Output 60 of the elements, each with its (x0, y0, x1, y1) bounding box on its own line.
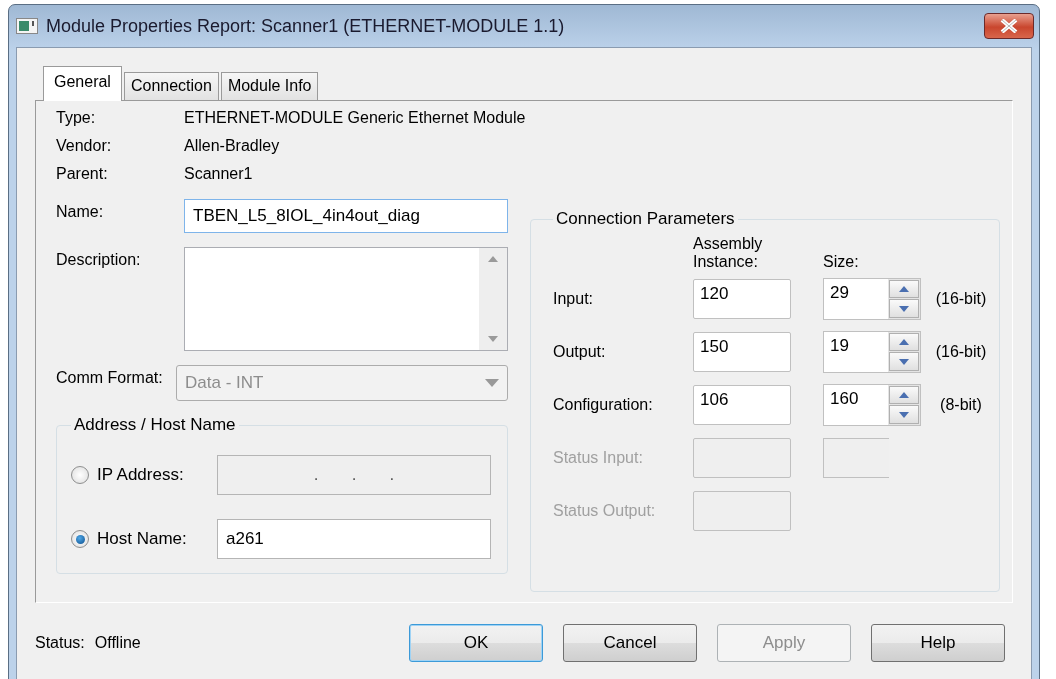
tab[interactable]: Connection (123, 72, 219, 100)
spin-up-icon[interactable] (889, 332, 919, 352)
unit-label: (16-bit) (934, 342, 988, 361)
window-title: Module Properties Report: Scanner1 (ETHERNET-MODULE 1.1) (46, 15, 566, 37)
size-field[interactable] (823, 437, 889, 478)
group-title: Address / Host Name (73, 415, 237, 435)
radio-button[interactable] (71, 466, 89, 484)
comm-format-label: Comm Format: (56, 368, 164, 387)
row-label: Status Output: (553, 501, 657, 520)
assembly-instance-field[interactable] (693, 490, 791, 531)
dialog-button[interactable]: OK (409, 624, 543, 662)
dialog-button[interactable]: Help (871, 624, 1005, 662)
field-label: Type: (56, 109, 97, 127)
host-name-field[interactable]: a261 (217, 519, 491, 559)
spin-down-icon[interactable] (889, 299, 919, 318)
unit-label: (8-bit) (939, 395, 983, 414)
unit-label: (16-bit) (934, 289, 988, 308)
tab[interactable]: General (43, 66, 122, 101)
window-icon (16, 18, 38, 34)
assembly-instance-field[interactable]: 150 (693, 331, 791, 372)
row-label: Output: (553, 342, 607, 361)
scroll-down-icon[interactable] (488, 336, 498, 342)
row-label: Configuration: (553, 395, 654, 414)
close-button[interactable] (984, 13, 1034, 39)
field-value: Scanner1 (184, 165, 254, 183)
size-spinbox[interactable]: 19 (823, 330, 921, 373)
description-label: Description: (56, 250, 142, 269)
spin-up-icon[interactable] (889, 279, 919, 299)
row-label: Input: (553, 289, 595, 308)
name-field[interactable]: TBEN_L5_8IOL_4in4out_diag (184, 199, 508, 233)
dialog-button[interactable]: Cancel (563, 624, 697, 662)
spin-down-icon[interactable] (889, 405, 919, 424)
dropdown-caret-icon (485, 379, 499, 387)
column-header: Size: (823, 253, 860, 272)
name-label: Name: (56, 202, 105, 221)
scroll-up-icon[interactable] (488, 256, 498, 262)
radio-button[interactable] (71, 530, 89, 548)
close-icon (999, 19, 1019, 33)
status-value: Offline (94, 634, 141, 652)
size-spinbox[interactable]: 160 (823, 383, 921, 426)
tab[interactable]: Module Info (220, 72, 319, 100)
spin-up-icon[interactable] (889, 385, 919, 405)
spin-down-icon[interactable] (889, 352, 919, 371)
ip-address-field[interactable]: . . . (217, 455, 491, 495)
field-value: ETHERNET-MODULE Generic Ethernet Module (184, 109, 526, 127)
status-label: Status: (35, 634, 85, 652)
assembly-instance-field[interactable]: 120 (693, 278, 791, 319)
radio-label: Host Name: (97, 529, 188, 549)
size-spinbox[interactable]: 29 (823, 277, 921, 320)
radio-label: IP Address: (97, 465, 185, 485)
field-value: Allen-Bradley (184, 137, 281, 155)
column-header: Assembly Instance: (693, 235, 764, 272)
scrollbar[interactable] (479, 248, 507, 350)
field-label: Parent: (56, 165, 109, 183)
description-field[interactable] (184, 247, 508, 351)
field-label: Vendor: (56, 137, 113, 155)
row-label: Status Input: (553, 448, 644, 467)
group-title: Connection Parameters (555, 209, 736, 229)
assembly-instance-field[interactable]: 106 (693, 384, 791, 425)
assembly-instance-field[interactable] (693, 437, 791, 478)
